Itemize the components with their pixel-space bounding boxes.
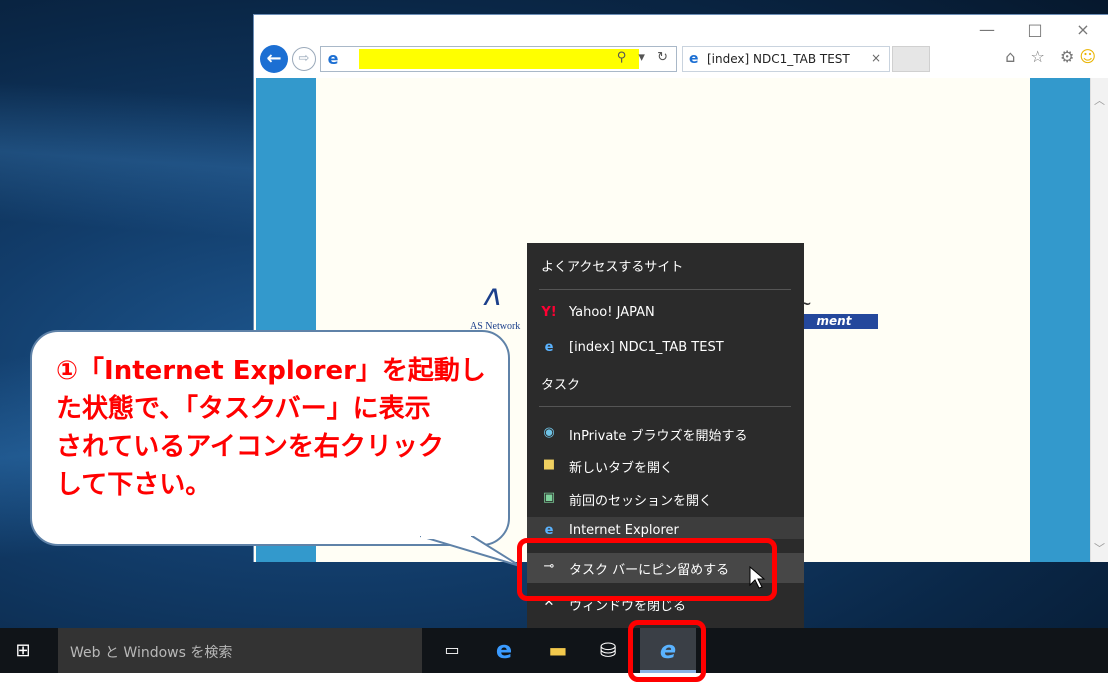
instruction-callout: ①「Internet Explorer」を起動し た状態で、「タスクバー」に表示… bbox=[30, 330, 510, 546]
jumplist-item-label: Yahoo! JAPAN bbox=[569, 305, 655, 320]
taskbar-search-box[interactable]: Web と Windows を検索 bbox=[58, 628, 422, 673]
search-placeholder: Web と Windows を検索 bbox=[70, 645, 233, 661]
tab-title: [index] NDC1_TAB TEST bbox=[707, 52, 850, 66]
frequent-sites-header: よくアクセスするサイト bbox=[541, 260, 684, 275]
tab-close-button[interactable]: × bbox=[871, 51, 881, 65]
jumplist-item-label: 新しいタブを開く bbox=[569, 461, 674, 476]
taskbar: ⊞ Web と Windows を検索 ▭ e ▬ ⛁ e bbox=[0, 628, 1108, 673]
as-network-logo-icon: ᴧ bbox=[484, 278, 502, 313]
address-bar[interactable]: e ⚲ ▾ ↻ bbox=[320, 46, 677, 72]
new-tab-button[interactable] bbox=[892, 46, 930, 72]
ie-page-icon: e bbox=[689, 51, 699, 67]
jumplist-item-new-tab[interactable]: ■ 新しいタブを開く bbox=[527, 451, 804, 481]
separator bbox=[539, 406, 791, 407]
jumplist-item-internet-explorer[interactable]: e Internet Explorer bbox=[527, 517, 804, 539]
page-right-column bbox=[1030, 78, 1090, 562]
callout-line: して下さい。 bbox=[56, 470, 212, 500]
jumplist-item-yahoo[interactable]: Y! Yahoo! JAPAN bbox=[527, 299, 804, 329]
close-window-button[interactable]: × bbox=[1068, 19, 1098, 41]
vertical-scrollbar[interactable]: ︿ ﹀ bbox=[1090, 78, 1108, 562]
jumplist-item-restore-session[interactable]: ▣ 前回のセッションを開く bbox=[527, 484, 804, 514]
forward-button[interactable]: ⇨ bbox=[292, 47, 316, 71]
minimize-button[interactable]: — bbox=[972, 19, 1002, 41]
internet-explorer-icon: e bbox=[544, 523, 554, 538]
restore-session-icon: ▣ bbox=[542, 490, 556, 505]
browser-titlebar: — □ × ← ⇨ e ⚲ ▾ ↻ e [index] NDC1_TAB TES… bbox=[254, 15, 1108, 81]
callout-line: されているアイコンを右クリック bbox=[56, 432, 444, 462]
tasks-header: タスク bbox=[541, 378, 581, 393]
ie-logo-icon: e bbox=[327, 49, 339, 68]
home-star-gear-icons[interactable]: ⌂ ☆ ⚙ bbox=[1005, 47, 1079, 66]
callout-line: た状態で、「タスクバー」に表示 bbox=[56, 394, 431, 424]
search-refresh-icons[interactable]: ⚲ ▾ ↻ bbox=[617, 50, 672, 65]
smiley-feedback-icon[interactable]: ☺ bbox=[1079, 47, 1101, 66]
file-explorer-icon[interactable]: ▬ bbox=[544, 636, 572, 664]
bottom-strip bbox=[0, 673, 1108, 687]
store-icon[interactable]: ⛁ bbox=[594, 636, 622, 664]
scroll-up-icon[interactable]: ︿ bbox=[1094, 92, 1105, 108]
separator bbox=[539, 289, 791, 290]
jumplist-item-label: 前回のセッションを開く bbox=[569, 494, 713, 509]
jumplist-item-label: InPrivate ブラウズを開始する bbox=[569, 429, 748, 444]
maximize-button[interactable]: □ bbox=[1020, 19, 1050, 41]
mouse-cursor-icon bbox=[749, 566, 766, 589]
yahoo-icon: Y! bbox=[541, 305, 557, 320]
windows-start-icon[interactable]: ⊞ bbox=[12, 640, 34, 662]
browser-tab[interactable]: e [index] NDC1_TAB TEST × bbox=[682, 46, 890, 72]
jumplist-item-ndc1[interactable]: e [index] NDC1_TAB TEST bbox=[527, 334, 804, 364]
callout-tail bbox=[420, 536, 521, 567]
edge-icon[interactable]: e bbox=[490, 636, 518, 664]
toolbar-icons[interactable]: ⌂ ☆ ⚙☺ bbox=[1005, 47, 1101, 66]
jumplist-item-label: [index] NDC1_TAB TEST bbox=[569, 340, 724, 355]
callout-text: ①「Internet Explorer」を起動し た状態で、「タスクバー」に表示… bbox=[56, 352, 496, 504]
jumplist-item-inprivate[interactable]: ◉ InPrivate ブラウズを開始する bbox=[527, 419, 804, 449]
callout-line: ①「Internet Explorer」を起動し bbox=[56, 356, 486, 386]
task-view-icon[interactable]: ▭ bbox=[438, 636, 466, 664]
taskbar-ie-highlight bbox=[628, 620, 706, 682]
scroll-down-icon[interactable]: ﹀ bbox=[1094, 540, 1105, 556]
jumplist-item-label: Internet Explorer bbox=[569, 523, 679, 538]
new-tab-icon: ■ bbox=[542, 457, 556, 472]
pin-item-highlight bbox=[517, 538, 777, 601]
back-button[interactable]: ← bbox=[260, 45, 288, 73]
inprivate-icon: ◉ bbox=[543, 425, 555, 440]
redacted-url bbox=[359, 49, 639, 69]
ie-page-icon: e bbox=[544, 340, 554, 355]
